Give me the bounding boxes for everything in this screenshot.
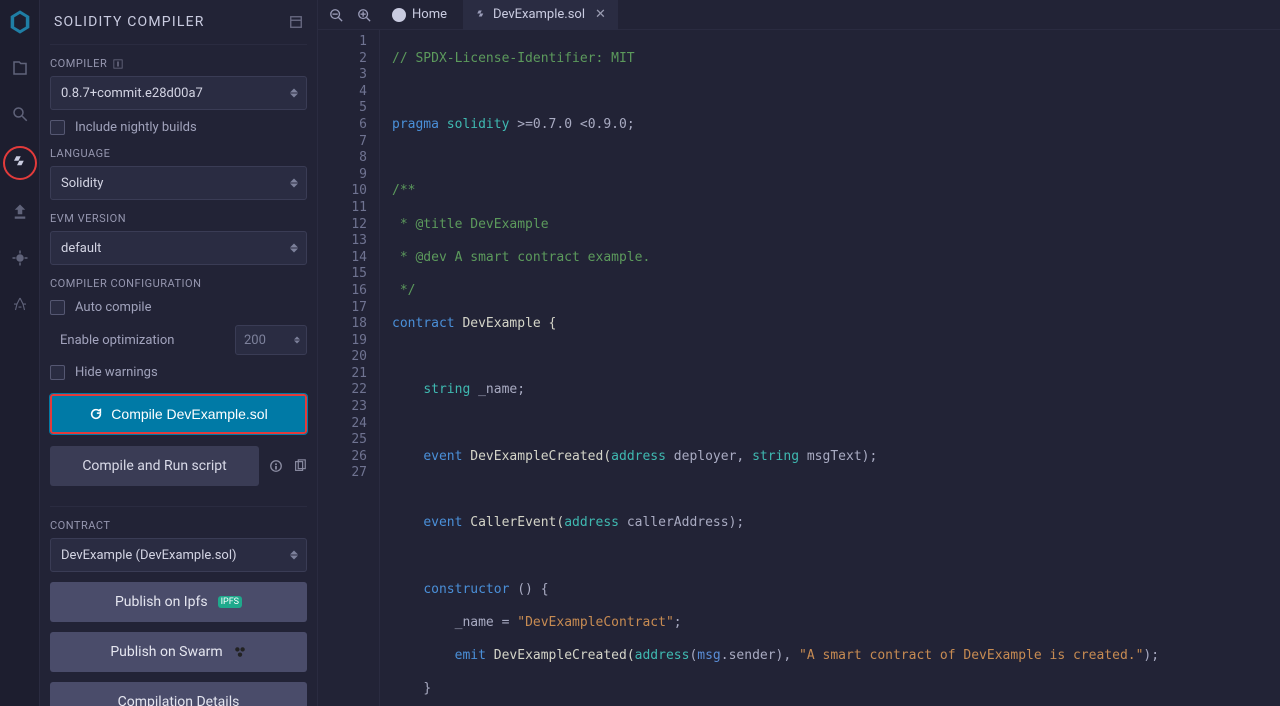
- zoom-in-icon[interactable]: [352, 3, 376, 27]
- compiler-label: COMPILER: [50, 57, 307, 70]
- compiler-info-icon: [113, 59, 123, 69]
- auto-compile-checkbox[interactable]: Auto compile: [50, 300, 307, 315]
- editor-topbar: Home DevExample.sol ✕: [318, 0, 1280, 30]
- code-editor[interactable]: 1234567891011121314151617181920212223242…: [318, 30, 1280, 706]
- panel-header: SOLIDITY COMPILER: [50, 10, 307, 45]
- publish-ipfs-button[interactable]: Publish on Ipfs IPFS: [50, 582, 307, 622]
- analysis-icon[interactable]: [6, 290, 34, 318]
- panel-title: SOLIDITY COMPILER: [54, 14, 205, 30]
- file-explorer-icon[interactable]: [6, 54, 34, 82]
- contract-label: CONTRACT: [50, 519, 307, 532]
- nightly-checkbox-row[interactable]: Include nightly builds: [50, 120, 307, 135]
- collapse-panel-icon[interactable]: [289, 15, 303, 29]
- compile-run-button[interactable]: Compile and Run script: [50, 446, 259, 486]
- language-select[interactable]: Solidity: [50, 166, 307, 200]
- debugger-icon[interactable]: [6, 244, 34, 272]
- tab-file[interactable]: DevExample.sol ✕: [463, 0, 618, 30]
- evm-label: EVM VERSION: [50, 212, 307, 225]
- deploy-run-icon[interactable]: [6, 198, 34, 226]
- refresh-icon: [89, 407, 103, 421]
- compilation-details-button[interactable]: Compilation Details: [50, 682, 307, 706]
- solidity-file-icon: [475, 9, 487, 21]
- zoom-out-icon[interactable]: [324, 3, 348, 27]
- main-area: Home DevExample.sol ✕ 123456789101112131…: [318, 0, 1280, 706]
- home-icon: [392, 8, 406, 22]
- line-gutter: 1234567891011121314151617181920212223242…: [318, 30, 380, 706]
- solidity-compiler-icon[interactable]: [3, 146, 37, 180]
- evm-version-select[interactable]: default: [50, 231, 307, 265]
- checkbox-icon[interactable]: [50, 120, 65, 135]
- config-label: COMPILER CONFIGURATION: [50, 277, 307, 290]
- close-tab-icon[interactable]: ✕: [595, 7, 606, 22]
- compile-button[interactable]: Compile DevExample.sol: [50, 394, 307, 434]
- script-info-icon[interactable]: [269, 459, 283, 473]
- swarm-icon: [233, 645, 247, 659]
- checkbox-icon[interactable]: [50, 365, 65, 380]
- tab-home[interactable]: Home: [380, 0, 459, 30]
- copy-script-icon[interactable]: [293, 459, 307, 473]
- ipfs-badge-icon: IPFS: [218, 596, 242, 608]
- optimization-row: Enable optimization 200: [50, 325, 307, 355]
- compiler-panel: SOLIDITY COMPILER COMPILER 0.8.7+commit.…: [40, 0, 318, 706]
- hide-warnings-checkbox[interactable]: Hide warnings: [50, 365, 307, 380]
- publish-swarm-button[interactable]: Publish on Swarm: [50, 632, 307, 672]
- language-label: LANGUAGE: [50, 147, 307, 160]
- checkbox-icon[interactable]: [50, 300, 65, 315]
- search-icon[interactable]: [6, 100, 34, 128]
- contract-select[interactable]: DevExample (DevExample.sol): [50, 538, 307, 572]
- remix-logo-icon[interactable]: [6, 8, 34, 36]
- enable-optimization-checkbox[interactable]: Enable optimization: [50, 333, 174, 348]
- optimization-runs-input[interactable]: 200: [235, 325, 307, 355]
- compiler-version-select[interactable]: 0.8.7+commit.e28d00a7: [50, 76, 307, 110]
- icon-rail: [0, 0, 40, 706]
- code-body[interactable]: // SPDX-License-Identifier: MIT pragma s…: [380, 30, 1280, 706]
